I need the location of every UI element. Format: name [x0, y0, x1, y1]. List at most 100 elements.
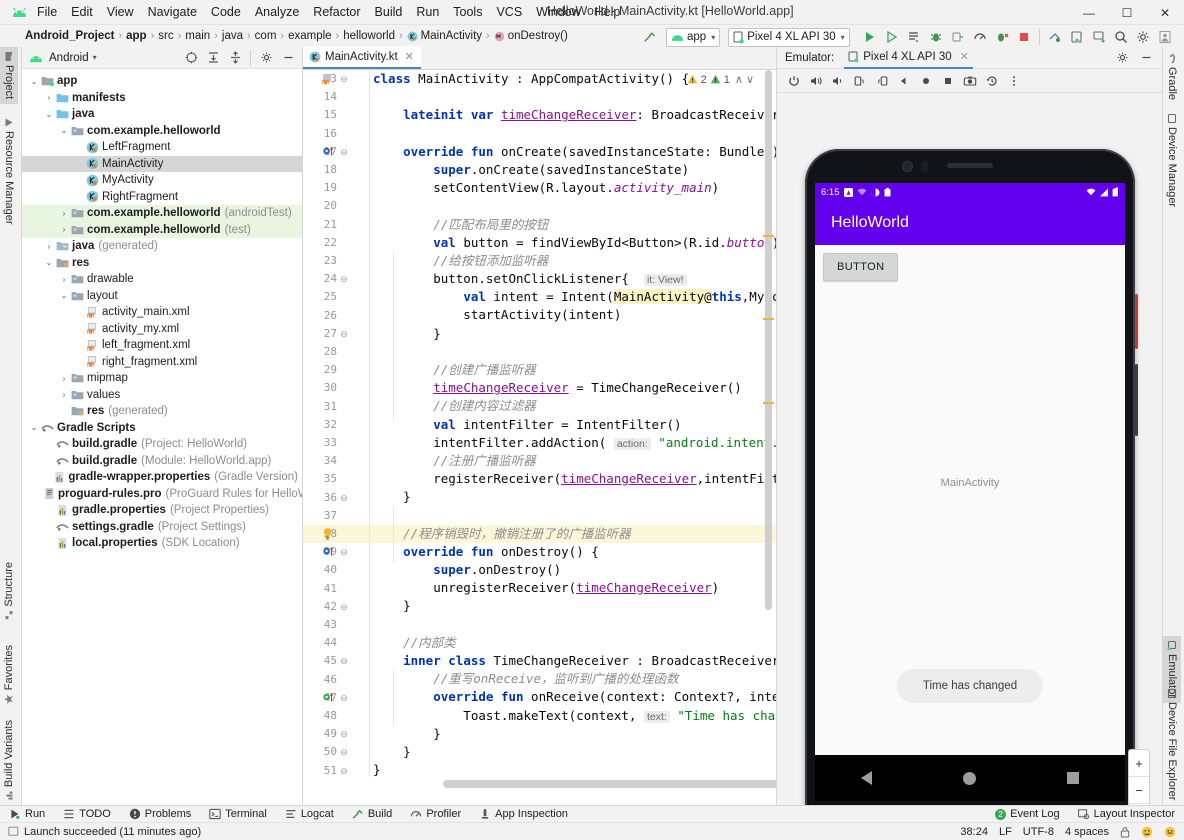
tree-expander-icon[interactable]: › — [58, 209, 70, 218]
gutter-row[interactable]: 16 — [303, 125, 349, 143]
rotate-left-icon[interactable] — [849, 70, 870, 91]
code-fold-icon[interactable]: ⊖ — [339, 725, 349, 743]
debug-button[interactable] — [926, 27, 946, 47]
breadcrumb-item[interactable]: app — [123, 29, 149, 43]
gutter-row[interactable]: 43 — [303, 616, 349, 634]
select-opened-file-icon[interactable] — [181, 48, 201, 68]
tree-node[interactable]: proguard-rules.pro(ProGuard Rules for He… — [22, 486, 302, 503]
code-line[interactable]: //程序销毁时，撤销注册了的广播监听器 — [349, 525, 776, 543]
breadcrumb-item[interactable]: example — [285, 29, 334, 43]
gutter-row[interactable]: 19 — [303, 179, 349, 197]
code-line[interactable]: //创建广播监听器 — [349, 361, 776, 379]
code-fold-icon[interactable]: ⊖ — [339, 489, 349, 507]
tree-node[interactable]: ›values — [22, 387, 302, 404]
gutter-row[interactable]: 45⊖ — [303, 652, 349, 670]
tree-node[interactable]: ›com.example.helloworld(androidTest) — [22, 205, 302, 222]
menu-build[interactable]: Build — [368, 2, 410, 22]
code-fold-icon[interactable]: ⊖ — [339, 689, 349, 707]
gutter-row[interactable]: 37 — [303, 507, 349, 525]
code-lines[interactable]: class MainActivity : AppCompatActivity()… — [349, 70, 776, 791]
code-line[interactable]: Toast.makeText(context, text: "Time has … — [349, 707, 776, 725]
snapshot-history-icon[interactable] — [981, 70, 1002, 91]
breadcrumb-item[interactable]: onDestroy() — [505, 29, 571, 43]
tree-expander-icon[interactable]: › — [58, 225, 70, 234]
tool-window-logcat[interactable]: Logcat — [276, 808, 343, 820]
caret-position[interactable]: 38:24 — [960, 826, 988, 838]
code-line[interactable] — [349, 125, 776, 143]
code-line[interactable]: //注册广播监听器 — [349, 452, 776, 470]
tree-node[interactable]: ›java(generated) — [22, 238, 302, 255]
collapse-all-icon[interactable] — [225, 48, 245, 68]
line-number-gutter[interactable]: 13⊖14151617⊖18192021222324⊖252627⊖282930… — [303, 70, 349, 791]
editor-horizontal-scrollbar[interactable] — [303, 777, 776, 791]
code-line[interactable]: val intentFilter = IntentFilter() — [349, 416, 776, 434]
gear-icon[interactable] — [256, 48, 276, 68]
gutter-row[interactable]: 39⊖ — [303, 543, 349, 561]
tree-node[interactable]: settings.gradle(Project Settings) — [22, 519, 302, 536]
stripe-tab-device-file-explorer[interactable]: Device File Explorer — [1163, 684, 1181, 805]
override-method-gutter-icon[interactable] — [322, 692, 335, 705]
code-fold-icon[interactable]: ⊖ — [339, 743, 349, 761]
line-separator[interactable]: LF — [999, 826, 1012, 838]
menu-code[interactable]: Code — [204, 2, 248, 22]
code-line[interactable] — [349, 343, 776, 361]
code-fold-icon[interactable]: ⊖ — [339, 598, 349, 616]
tree-node[interactable]: build.gradle(Project: HelloWorld) — [22, 436, 302, 453]
stripe-tab-resource-manager[interactable]: Resource Manager — [0, 113, 18, 230]
close-icon[interactable]: ✕ — [960, 50, 969, 63]
gutter-row[interactable]: 48 — [303, 707, 349, 725]
inspection-widget[interactable]: 2 1 ∧ ∨ — [687, 73, 754, 86]
apply-changes-button[interactable] — [904, 27, 924, 47]
screenshot-icon[interactable] — [959, 70, 980, 91]
gutter-row[interactable]: 22 — [303, 234, 349, 252]
hide-panel-icon[interactable] — [278, 48, 298, 68]
gutter-row[interactable]: 42⊖ — [303, 598, 349, 616]
tool-window-terminal[interactable]: Terminal — [200, 808, 276, 820]
tree-expander-icon[interactable]: ⌄ — [43, 110, 55, 119]
code-line[interactable]: super.onDestroy() — [349, 561, 776, 579]
gear-icon[interactable] — [1112, 48, 1132, 68]
code-line[interactable]: } — [349, 743, 776, 761]
tree-node[interactable]: ›mipmap — [22, 370, 302, 387]
code-fold-icon[interactable]: ⊖ — [339, 543, 349, 561]
code-line[interactable]: } — [349, 597, 776, 615]
tree-node[interactable]: ›manifests — [22, 90, 302, 107]
run-coverage-button[interactable] — [882, 27, 902, 47]
editor-vertical-scrollbar[interactable] — [764, 70, 773, 791]
vcs-update-icon[interactable] — [1045, 27, 1065, 47]
gutter-row[interactable]: 32 — [303, 416, 349, 434]
tree-expander-icon[interactable]: ⌄ — [58, 291, 70, 300]
tree-node[interactable]: LeftFragment — [22, 139, 302, 156]
nav-home-icon[interactable] — [963, 772, 976, 785]
breadcrumb-item[interactable]: main — [182, 29, 213, 43]
device-screen[interactable]: 6:15 HelloWorld — [815, 183, 1125, 801]
gutter-row[interactable]: 47⊖ — [303, 689, 349, 707]
code-line[interactable]: val button = findViewById<Button>(R.id.b… — [349, 234, 776, 252]
next-problem-icon[interactable]: ∨ — [746, 73, 754, 86]
code-line[interactable]: startActivity(intent) — [349, 306, 776, 324]
gutter-row[interactable]: 50⊖ — [303, 743, 349, 761]
tool-window-app-inspection[interactable]: App Inspection — [470, 808, 577, 820]
gutter-row[interactable]: 35 — [303, 470, 349, 488]
rotate-right-icon[interactable] — [871, 70, 892, 91]
breadcrumb-item[interactable]: java — [219, 29, 246, 43]
tree-node[interactable]: ⌄com.example.helloworld — [22, 123, 302, 140]
menu-tools[interactable]: Tools — [446, 2, 489, 22]
tree-node[interactable]: MyActivity — [22, 172, 302, 189]
code-line[interactable]: } — [349, 488, 776, 506]
code-fold-icon[interactable]: ⊖ — [339, 652, 349, 670]
tree-node[interactable]: ⌄app — [22, 73, 302, 90]
tree-node[interactable]: ⌄res — [22, 255, 302, 272]
code-line[interactable] — [349, 507, 776, 525]
tool-window-event-log[interactable]: 2 Event Log — [986, 808, 1069, 820]
tool-window-build[interactable]: Build — [343, 808, 401, 820]
volume-down-icon[interactable] — [827, 70, 848, 91]
code-line[interactable]: //给按钮添加监听器 — [349, 252, 776, 270]
menu-vcs[interactable]: VCS — [489, 2, 529, 22]
tree-node[interactable]: RightFragment — [22, 189, 302, 206]
tree-expander-icon[interactable]: ⌄ — [58, 126, 70, 135]
gutter-row[interactable]: 41 — [303, 580, 349, 598]
code-line[interactable] — [349, 197, 776, 215]
override-method-gutter-icon[interactable] — [322, 146, 335, 159]
code-line[interactable]: val intent = Intent(MainActivity@this,My… — [349, 288, 776, 306]
